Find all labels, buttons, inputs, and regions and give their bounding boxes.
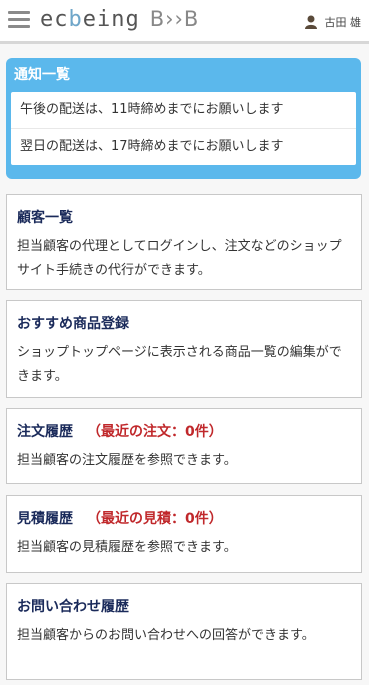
inquiry-history-card[interactable]: お問い合わせ履歴 担当顧客からのお問い合わせへの回答ができます。 xyxy=(6,583,362,680)
quote-history-card[interactable]: 見積履歴 （最近の見積：0件） 担当顧客の見積履歴を参照できます。 xyxy=(6,495,362,573)
header-bar: ec b eing B››B 古田 雄 xyxy=(0,0,369,44)
card-title: 注文履歴 （最近の注文：0件） xyxy=(17,421,223,441)
logo-text-b: b xyxy=(68,7,83,32)
notice-title: 通知一覧 xyxy=(14,67,70,83)
card-title: おすすめ商品登録 xyxy=(17,313,129,333)
user-icon xyxy=(304,15,317,29)
notice-item[interactable]: 午後の配送は、11時締めまでにお願いします xyxy=(11,92,356,129)
menu-icon[interactable] xyxy=(8,11,30,29)
card-title-text: 顧客一覧 xyxy=(17,210,73,226)
logo-text-ec: ec xyxy=(40,7,69,32)
notice-item[interactable]: 翌日の配送は、17時締めまでにお願いします xyxy=(11,129,356,165)
card-title-text: 見積履歴 xyxy=(17,511,73,527)
card-description: 担当顧客の見積履歴を参照できます。 xyxy=(17,540,237,555)
logo-text-b2b: B››B xyxy=(149,7,200,31)
card-description: 担当顧客の注文履歴を参照できます。 xyxy=(17,453,237,468)
user-menu[interactable]: 古田 雄 xyxy=(304,14,362,30)
customer-list-card[interactable]: 顧客一覧 担当顧客の代理としてログインし、注文などのショップサイト手続きの代行が… xyxy=(6,194,362,290)
card-title-text: 注文履歴 xyxy=(17,424,73,440)
notice-panel: 通知一覧 午後の配送は、11時締めまでにお願いします 翌日の配送は、17時締めま… xyxy=(6,58,361,179)
card-description: ショップトップページに表示される商品一覧の編集ができます。 xyxy=(17,345,342,384)
recommended-products-card[interactable]: おすすめ商品登録 ショップトップページに表示される商品一覧の編集ができます。 xyxy=(6,300,362,398)
card-title: 見積履歴 （最近の見積：0件） xyxy=(17,508,223,528)
card-title: 顧客一覧 xyxy=(17,207,73,227)
card-description: 担当顧客からのお問い合わせへの回答ができます。 xyxy=(17,628,315,643)
order-count-badge: （最近の注文：0件） xyxy=(87,424,223,440)
card-title-text: おすすめ商品登録 xyxy=(17,316,129,332)
card-title: お問い合わせ履歴 xyxy=(17,596,129,616)
card-title-text: お問い合わせ履歴 xyxy=(17,599,129,615)
card-description: 担当顧客の代理としてログインし、注文などのショップサイト手続きの代行ができます。 xyxy=(17,239,342,278)
logo[interactable]: ec b eing B››B xyxy=(40,7,199,37)
user-name: 古田 雄 xyxy=(324,16,362,29)
quote-count-badge: （最近の見積：0件） xyxy=(87,511,223,527)
order-history-card[interactable]: 注文履歴 （最近の注文：0件） 担当顧客の注文履歴を参照できます。 xyxy=(6,408,362,484)
notice-list: 午後の配送は、11時締めまでにお願いします 翌日の配送は、17時締めまでにお願い… xyxy=(11,92,356,165)
logo-text-eing: eing xyxy=(82,7,140,32)
